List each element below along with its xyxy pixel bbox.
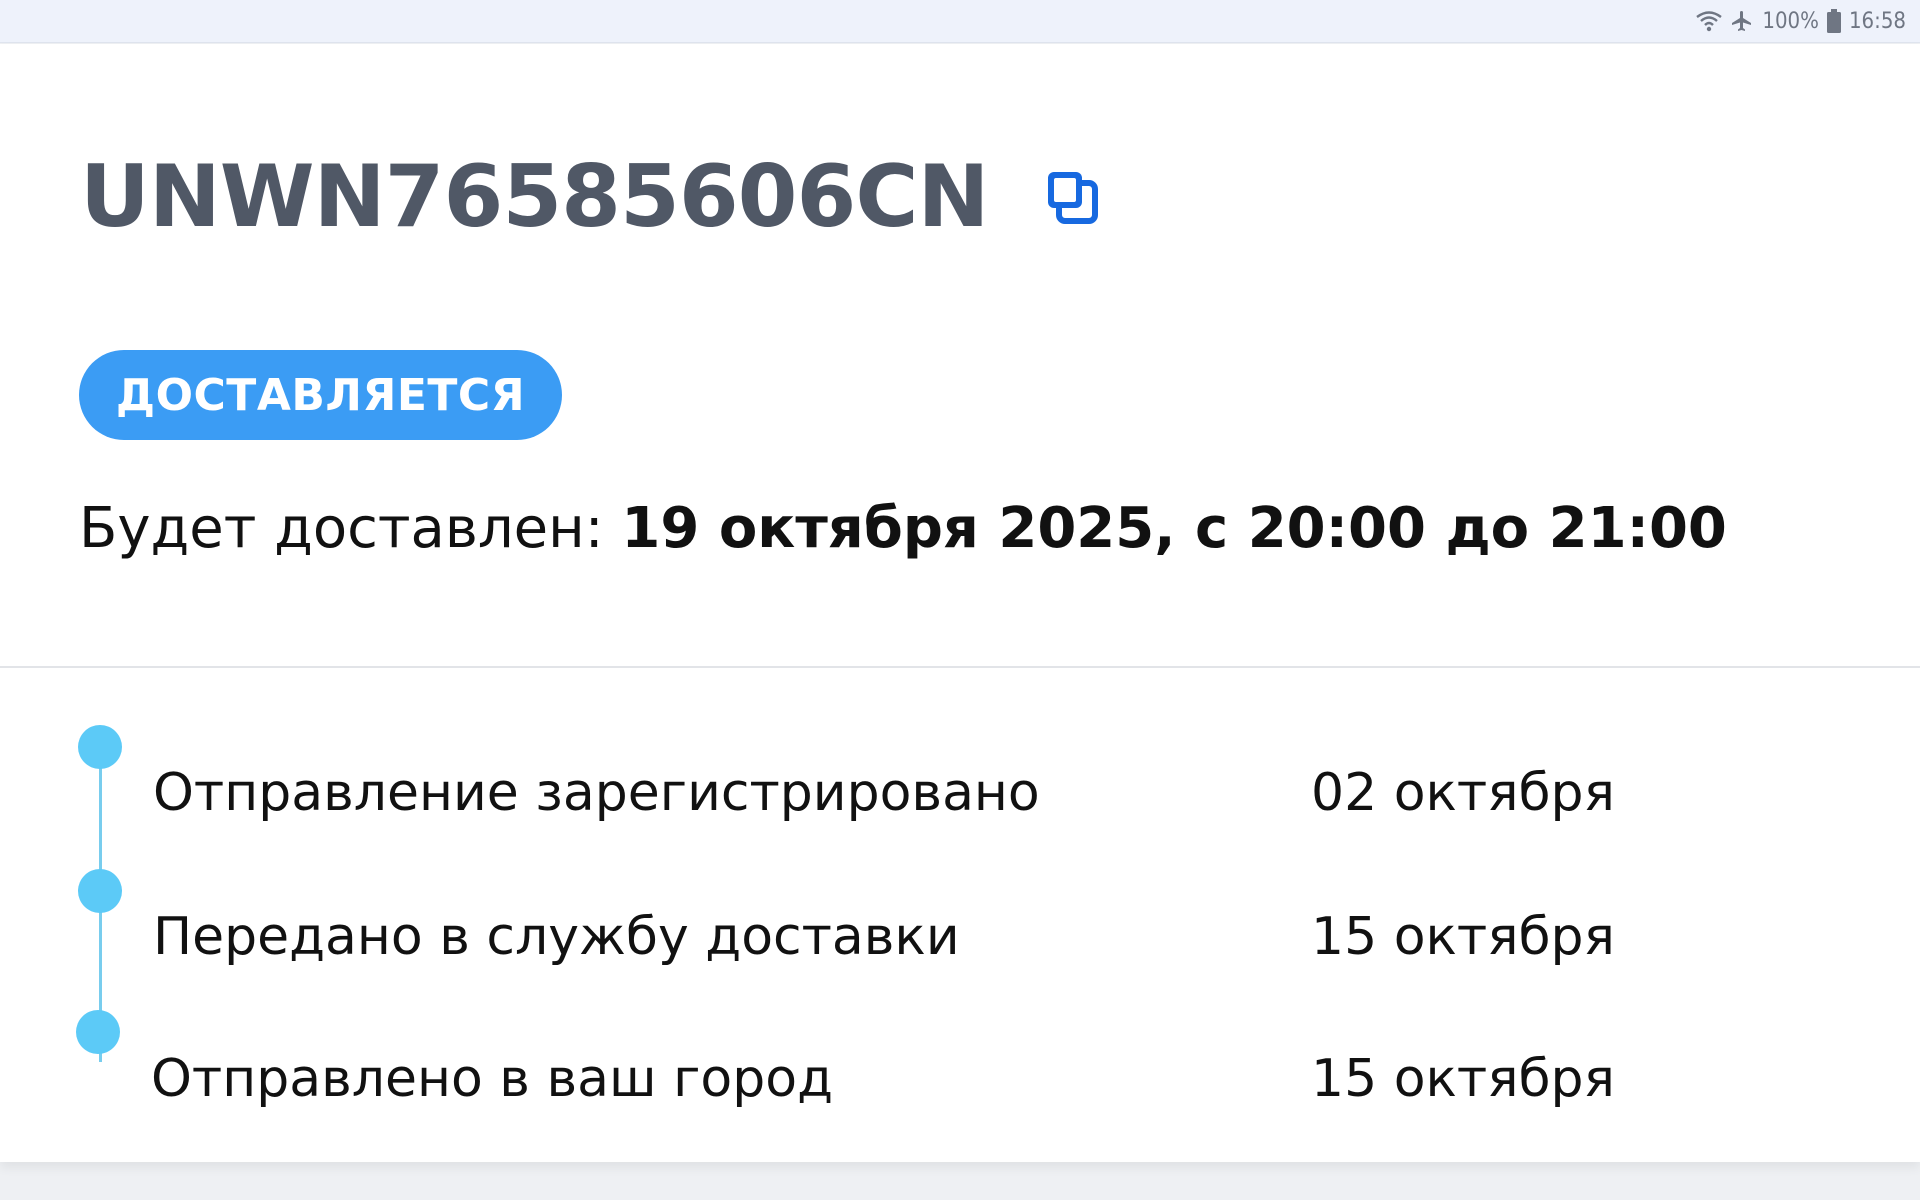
status-badge: ДОСТАВЛЯЕТСЯ	[79, 350, 562, 440]
timeline-event-label: Отправлено в ваш город	[151, 1049, 834, 1109]
delivery-date: 19 октября 2025, с 20:00 до 21:00	[621, 496, 1727, 561]
wifi-icon	[1696, 10, 1723, 32]
battery-percent: 100%	[1762, 8, 1819, 34]
airplane-mode-icon	[1730, 9, 1754, 33]
delivery-estimate: Будет доставлен: 19 октября 2025, с 20:0…	[79, 496, 1727, 561]
tracking-header: UNWN76585606CN	[80, 154, 1100, 240]
clock: 16:58	[1848, 8, 1906, 34]
divider	[0, 666, 1920, 668]
shipment-card: UNWN76585606CN ДОСТАВЛЯЕТСЯ Будет достав…	[0, 44, 1920, 1162]
copy-button[interactable]	[1044, 167, 1100, 227]
timeline-event-label: Передано в службу доставки	[153, 907, 960, 967]
timeline-event-date: 15 октября	[1311, 1049, 1615, 1109]
tracking-number: UNWN76585606CN	[80, 147, 989, 247]
timeline-dot	[76, 1010, 120, 1054]
timeline-dot	[78, 725, 122, 769]
timeline-event-date: 15 октября	[1311, 907, 1615, 967]
timeline-event-date: 02 октября	[1311, 763, 1615, 823]
timeline-event-label: Отправление зарегистрировано	[153, 763, 1040, 823]
copy-icon	[1048, 172, 1099, 224]
status-bar: 100% 16:58	[0, 0, 1920, 43]
delivery-label: Будет доставлен:	[79, 496, 604, 561]
battery-icon	[1826, 9, 1841, 33]
timeline-dot	[78, 869, 122, 913]
